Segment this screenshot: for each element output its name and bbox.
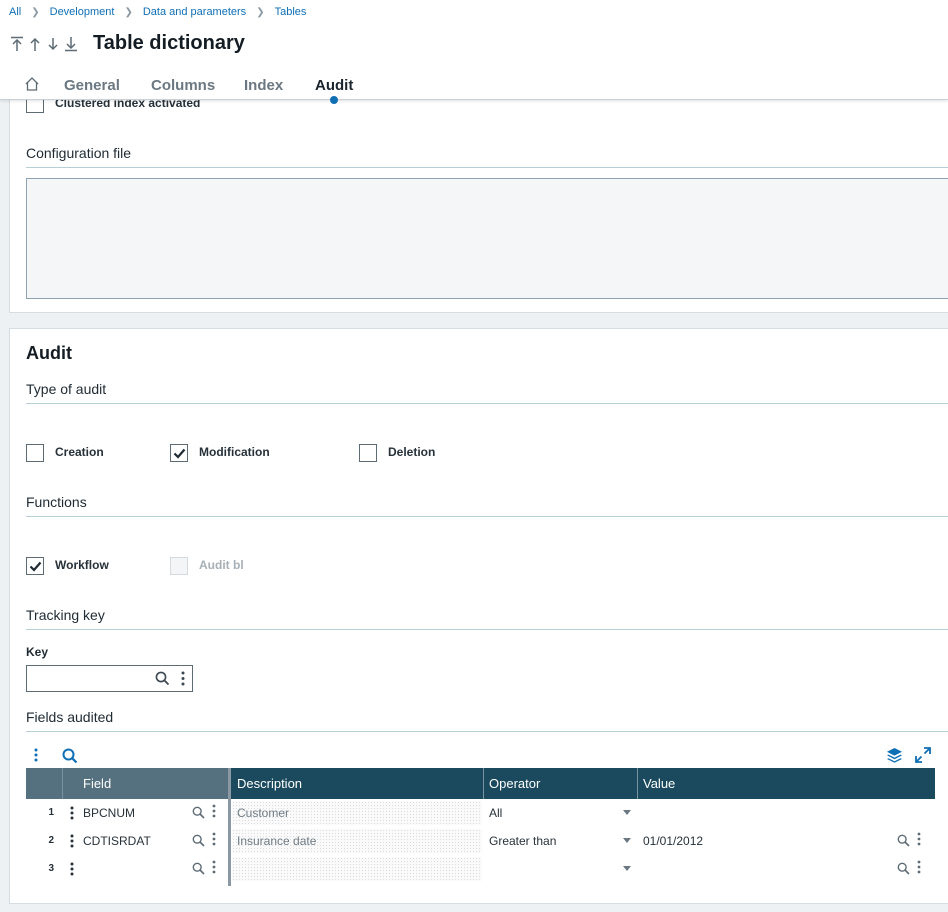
- functions-label: Functions: [26, 494, 87, 510]
- grid-header: Field Description Operator Value: [26, 768, 935, 799]
- deletion-label: Deletion: [388, 445, 436, 459]
- breadcrumb-item-all[interactable]: All: [9, 6, 21, 18]
- fields-audited-grid: Field Description Operator Value 1 BPCNU…: [26, 768, 935, 886]
- chevron-right-icon: ❯: [256, 6, 265, 18]
- grid-search-icon[interactable]: [62, 748, 78, 764]
- field-cell[interactable]: CDTISRDAT: [83, 834, 151, 848]
- audit-section-title: Audit: [26, 343, 72, 363]
- cell-menu-icon[interactable]: [917, 860, 921, 874]
- breadcrumb: All ❯ Development ❯ Data and parameters …: [9, 5, 306, 19]
- readonly-cell-bg: [232, 857, 482, 881]
- row-number: 1: [48, 807, 54, 818]
- audit-bl-label: Audit bl: [199, 558, 244, 572]
- active-tab-indicator: [330, 96, 338, 104]
- row-menu-icon[interactable]: [70, 806, 74, 820]
- cell-menu-icon[interactable]: [212, 804, 216, 818]
- lookup-icon[interactable]: [192, 862, 205, 875]
- type-of-audit-label: Type of audit: [26, 381, 107, 397]
- row-number: 2: [48, 835, 54, 846]
- breadcrumb-item-tables[interactable]: Tables: [275, 6, 307, 18]
- grid-toolbar: [26, 744, 934, 766]
- operator-cell[interactable]: All: [489, 806, 502, 820]
- breadcrumb-item-development[interactable]: Development: [50, 6, 115, 18]
- chevron-right-icon: ❯: [124, 6, 133, 18]
- operator-cell[interactable]: Greater than: [489, 834, 556, 848]
- lookup-icon[interactable]: [192, 834, 205, 847]
- section-divider: [26, 167, 948, 168]
- description-cell: Insurance date: [237, 834, 317, 848]
- expand-icon[interactable]: [915, 747, 931, 763]
- tracking-key-label: Tracking key: [26, 607, 105, 623]
- chevron-down-icon[interactable]: [623, 866, 631, 871]
- breadcrumb-item-data-and-parameters[interactable]: Data and parameters: [143, 6, 246, 18]
- chevron-right-icon: ❯: [31, 6, 40, 18]
- modification-checkbox[interactable]: [170, 444, 188, 462]
- key-field-label: Key: [26, 645, 49, 659]
- section-divider: [26, 731, 948, 732]
- column-header-description[interactable]: Description: [237, 776, 302, 791]
- table-row[interactable]: 1 BPCNUM Customer All: [26, 799, 935, 827]
- lookup-icon[interactable]: [897, 862, 910, 875]
- header-separator: [483, 768, 484, 799]
- tab-columns[interactable]: Columns: [151, 77, 215, 94]
- header-separator: [637, 768, 638, 799]
- page-title: Table dictionary: [93, 32, 245, 54]
- section-divider: [26, 516, 948, 517]
- fields-audited-label: Fields audited: [26, 709, 114, 725]
- column-header-field[interactable]: Field: [83, 776, 111, 791]
- layers-icon[interactable]: [886, 747, 903, 763]
- next-record-icon[interactable]: [46, 36, 60, 52]
- search-icon[interactable]: [155, 671, 170, 686]
- frozen-column-divider: [228, 768, 231, 886]
- grid-header-frozen: [26, 768, 229, 799]
- chevron-down-icon[interactable]: [623, 810, 631, 815]
- home-icon[interactable]: [24, 76, 40, 92]
- row-menu-icon[interactable]: [70, 834, 74, 848]
- cell-menu-icon[interactable]: [917, 832, 921, 846]
- workflow-checkbox[interactable]: [26, 557, 44, 575]
- checkmark-icon: [29, 561, 42, 572]
- workflow-label: Workflow: [55, 558, 109, 572]
- modification-label: Modification: [199, 445, 270, 459]
- row-menu-icon[interactable]: [70, 862, 74, 876]
- header-separator: [62, 768, 63, 799]
- config-file-label: Configuration file: [26, 145, 132, 161]
- audit-bl-checkbox: [170, 557, 188, 575]
- index-section-card: Clustered index activated Configuration …: [9, 80, 948, 313]
- description-cell: Customer: [237, 806, 290, 820]
- first-record-icon[interactable]: [10, 36, 24, 52]
- tab-general[interactable]: General: [64, 77, 120, 94]
- cell-menu-icon[interactable]: [212, 860, 216, 874]
- audit-section-card: Audit Type of audit Creation Modificatio…: [9, 328, 948, 904]
- tab-audit[interactable]: Audit: [315, 77, 353, 94]
- previous-record-icon[interactable]: [28, 36, 42, 52]
- key-input[interactable]: [26, 665, 193, 692]
- section-divider: [26, 629, 948, 630]
- last-record-icon[interactable]: [64, 36, 78, 52]
- creation-checkbox[interactable]: [26, 444, 44, 462]
- creation-label: Creation: [55, 445, 104, 459]
- grid-menu-icon[interactable]: [34, 748, 38, 762]
- row-number: 3: [48, 863, 54, 874]
- column-header-value[interactable]: Value: [643, 776, 675, 791]
- column-header-operator[interactable]: Operator: [489, 776, 540, 791]
- field-cell[interactable]: BPCNUM: [83, 806, 135, 820]
- deletion-checkbox[interactable]: [359, 444, 377, 462]
- chevron-down-icon[interactable]: [623, 838, 631, 843]
- table-row[interactable]: 3: [26, 855, 935, 883]
- more-options-icon[interactable]: [181, 671, 185, 686]
- lookup-icon[interactable]: [897, 834, 910, 847]
- page-header: All ❯ Development ❯ Data and parameters …: [0, 0, 948, 104]
- record-navigation: [10, 36, 78, 52]
- tab-index[interactable]: Index: [244, 77, 283, 94]
- value-cell[interactable]: 01/01/2012: [643, 834, 703, 848]
- tab-bar: General Columns Index Audit: [0, 70, 948, 104]
- config-file-textarea[interactable]: [26, 178, 948, 299]
- cell-menu-icon[interactable]: [212, 832, 216, 846]
- section-divider: [26, 403, 948, 404]
- lookup-icon[interactable]: [192, 806, 205, 819]
- table-row[interactable]: 2 CDTISRDAT Insurance date Greater than …: [26, 827, 935, 855]
- checkmark-icon: [173, 448, 186, 459]
